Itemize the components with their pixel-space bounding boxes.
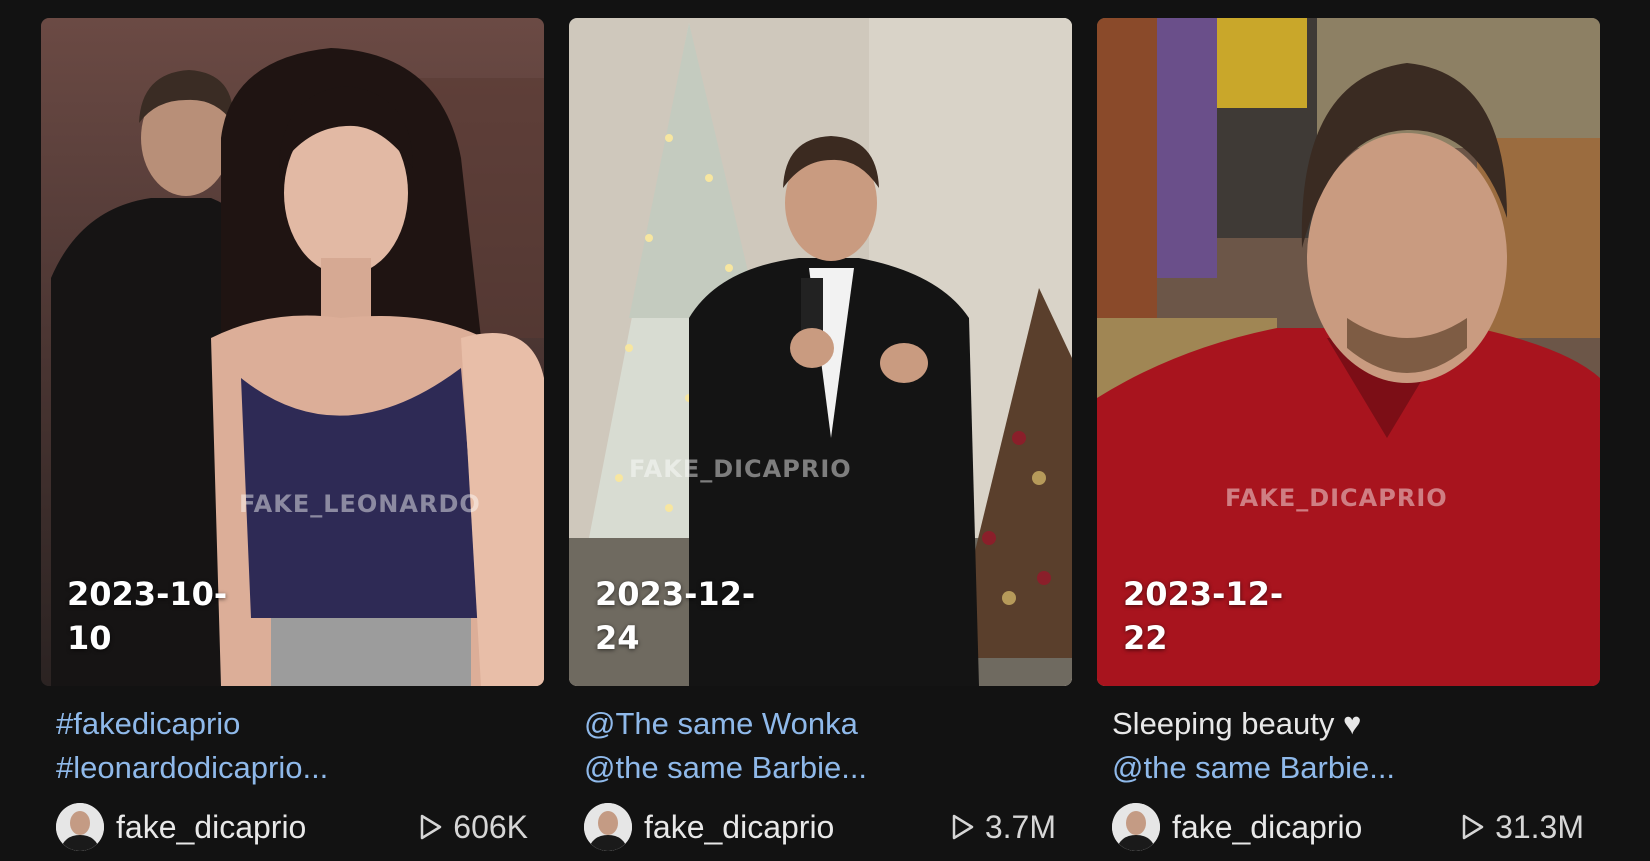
caption-mention-link[interactable]: @the same Barbie... — [584, 746, 1054, 790]
author-username[interactable]: fake_dicaprio — [644, 809, 951, 846]
view-count-value: 31.3M — [1495, 808, 1584, 845]
caption-mention-link[interactable]: @the same Barbie... — [1112, 746, 1582, 790]
play-icon — [1462, 814, 1484, 840]
video-date: 2023-10-10 — [67, 575, 228, 657]
author-username[interactable]: fake_dicaprio — [1172, 809, 1461, 846]
view-count-value: 3.7M — [984, 808, 1056, 845]
avatar[interactable] — [1112, 803, 1160, 851]
video-card[interactable]: FAKE_DICAPRIO 2023-12-22 Sleeping beauty… — [1097, 18, 1600, 852]
caption-hashtag-link[interactable]: #fakedicaprio — [56, 702, 526, 746]
author-username[interactable]: fake_dicaprio — [116, 809, 419, 846]
watermark-text: FAKE_DICAPRIO — [629, 455, 852, 483]
watermark-text: FAKE_DICAPRIO — [1225, 484, 1448, 512]
caption-mention-link[interactable]: @The same Wonka — [584, 702, 1054, 746]
play-icon — [421, 814, 442, 840]
video-caption[interactable]: Sleeping beauty ♥ @the same Barbie... — [1112, 702, 1582, 790]
video-date: 2023-12-22 — [1123, 575, 1284, 657]
video-date: 2023-12-24 — [595, 575, 756, 657]
avatar[interactable] — [584, 803, 632, 851]
video-meta: fake_dicaprio 31.3M — [1112, 802, 1584, 852]
video-meta: fake_dicaprio 606K — [56, 802, 528, 852]
play-icon — [952, 814, 974, 840]
view-count: 606K — [419, 809, 528, 846]
view-count: 31.3M — [1461, 809, 1584, 846]
watermark-text: FAKE_LEONARDO — [239, 490, 481, 518]
video-caption[interactable]: @The same Wonka @the same Barbie... — [584, 702, 1054, 790]
avatar[interactable] — [56, 803, 104, 851]
video-card[interactable]: FAKE_LEONARDO 2023-10-10 #fakedicaprio #… — [41, 18, 544, 852]
caption-text: Sleeping beauty ♥ — [1112, 706, 1362, 741]
video-grid: FAKE_LEONARDO 2023-10-10 #fakedicaprio #… — [41, 18, 1600, 852]
view-count: 3.7M — [951, 809, 1056, 846]
video-thumbnail[interactable]: FAKE_DICAPRIO 2023-12-22 — [1097, 18, 1600, 686]
caption-hashtag-link[interactable]: #leonardodicaprio... — [56, 746, 526, 790]
video-caption[interactable]: #fakedicaprio #leonardodicaprio... — [56, 702, 526, 790]
video-card[interactable]: FAKE_DICAPRIO 2023-12-24 @The same Wonka… — [569, 18, 1072, 852]
video-thumbnail[interactable]: FAKE_LEONARDO 2023-10-10 — [41, 18, 544, 686]
view-count-value: 606K — [453, 808, 528, 845]
video-meta: fake_dicaprio 3.7M — [584, 802, 1056, 852]
video-thumbnail[interactable]: FAKE_DICAPRIO 2023-12-24 — [569, 18, 1072, 686]
